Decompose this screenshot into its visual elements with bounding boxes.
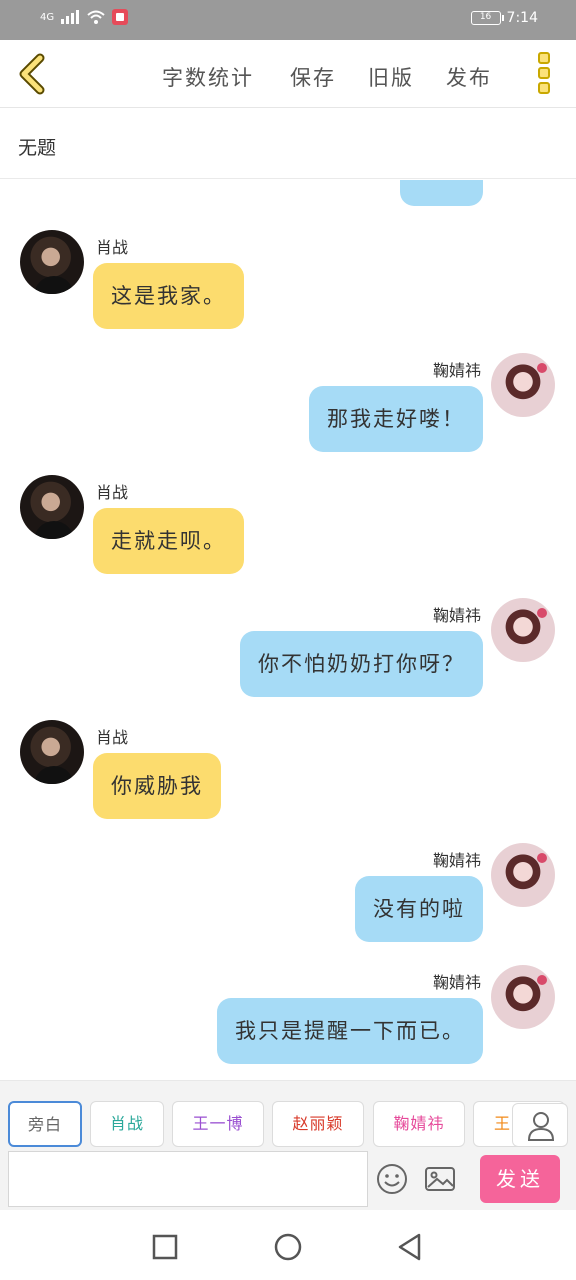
character-manage-button[interactable]	[512, 1103, 568, 1147]
status-right: 16 7:14	[470, 10, 538, 26]
publish-link[interactable]: 发布	[446, 62, 492, 92]
avatar[interactable]	[491, 843, 555, 907]
more-dot-icon	[538, 52, 550, 64]
character-chips: 旁白 肖战 王一博 赵丽颖 鞠婧祎 王	[0, 1101, 576, 1147]
chat-area[interactable]: 肖战 这是我家。 鞠婧祎 那我走好喽！ 肖战 走就走呗。 鞠婧祎 你不怕奶奶打你…	[0, 180, 576, 1080]
top-toolbar: 字数统计 保存 旧版 发布	[0, 40, 576, 108]
status-left: 4G	[40, 9, 129, 25]
word-count-link[interactable]: 字数统计	[162, 62, 254, 92]
partial-message-bubble	[400, 180, 483, 206]
image-button[interactable]	[424, 1163, 456, 1195]
square-icon	[152, 1234, 178, 1260]
avatar[interactable]	[491, 965, 555, 1029]
chip-label: 旁白	[27, 1115, 62, 1134]
story-title[interactable]: 无题	[18, 133, 56, 160]
send-button[interactable]: 发送	[480, 1155, 560, 1203]
sender-name: 鞠婧祎	[432, 973, 481, 992]
clock: 7:14	[506, 10, 538, 26]
message-bubble[interactable]: 走就走呗。	[93, 508, 244, 574]
recent-apps-button[interactable]	[150, 1232, 180, 1262]
character-chip[interactable]: 鞠婧祎	[373, 1101, 465, 1147]
title-bar: 无题	[0, 109, 576, 179]
sender-name: 鞠婧祎	[432, 606, 481, 625]
character-chip[interactable]: 肖战	[90, 1101, 164, 1147]
character-chip[interactable]: 赵丽颖	[272, 1101, 364, 1147]
triangle-back-icon	[398, 1233, 421, 1261]
avatar[interactable]	[491, 353, 555, 417]
composer-toolbar: 旁白 肖战 王一博 赵丽颖 鞠婧祎 王 发送	[0, 1080, 576, 1210]
character-chip-narration[interactable]: 旁白	[8, 1101, 82, 1147]
more-dot-icon	[538, 82, 550, 94]
chip-label: 王一博	[192, 1114, 244, 1133]
sender-name: 鞠婧祎	[432, 361, 481, 380]
sender-name: 肖战	[96, 238, 129, 257]
system-nav-bar	[0, 1210, 576, 1280]
circle-icon	[274, 1233, 302, 1261]
status-bar: 4G 16 7:14	[0, 0, 576, 40]
avatar[interactable]	[20, 720, 84, 784]
avatar[interactable]	[20, 475, 84, 539]
signal-icon	[61, 10, 80, 24]
emoji-button[interactable]	[376, 1163, 408, 1195]
sender-name: 鞠婧祎	[432, 851, 481, 870]
book-app-icon	[112, 9, 129, 25]
person-icon	[527, 1112, 555, 1141]
message-bubble[interactable]: 这是我家。	[93, 263, 244, 329]
message-bubble[interactable]: 没有的啦	[355, 876, 483, 942]
chevron-left-icon	[19, 53, 45, 95]
save-link[interactable]: 保存	[290, 62, 336, 92]
more-dot-icon	[538, 67, 550, 79]
battery-icon: 16	[470, 11, 504, 25]
message-bubble[interactable]: 我只是提醒一下而已。	[217, 998, 483, 1064]
message-bubble[interactable]: 那我走好喽！	[309, 386, 483, 452]
chip-label: 王	[494, 1114, 512, 1133]
avatar[interactable]	[20, 230, 84, 294]
back-nav-button[interactable]	[395, 1232, 425, 1262]
message-bubble[interactable]: 你不怕奶奶打你呀？	[240, 631, 483, 697]
home-button[interactable]	[273, 1232, 303, 1262]
sender-name: 肖战	[96, 728, 129, 747]
more-menu-button[interactable]	[534, 50, 554, 98]
character-chip[interactable]: 王一博	[172, 1101, 264, 1147]
chip-label: 赵丽颖	[292, 1114, 344, 1133]
old-version-link[interactable]: 旧版	[368, 62, 414, 92]
chip-label: 鞠婧祎	[393, 1114, 445, 1133]
image-icon	[425, 1167, 455, 1191]
smiley-icon	[377, 1164, 407, 1194]
message-input[interactable]	[8, 1151, 368, 1207]
avatar[interactable]	[491, 598, 555, 662]
sender-name: 肖战	[96, 483, 129, 502]
back-button[interactable]	[14, 52, 54, 96]
network-label: 4G	[40, 11, 55, 23]
wifi-icon	[87, 10, 105, 24]
chip-label: 肖战	[109, 1114, 144, 1133]
message-bubble[interactable]: 你威胁我	[93, 753, 221, 819]
battery-level: 16	[479, 12, 492, 22]
